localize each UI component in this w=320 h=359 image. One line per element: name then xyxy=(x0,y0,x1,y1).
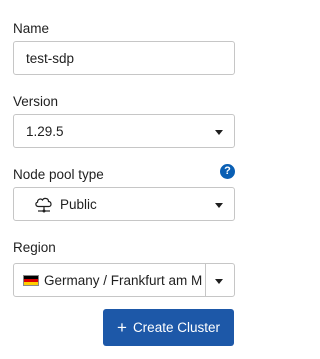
select-divider xyxy=(205,264,206,296)
region-value-wrap: Germany / Frankfurt am M xyxy=(14,273,204,288)
plus-icon: + xyxy=(117,318,127,337)
create-cluster-label: Create Cluster xyxy=(132,320,220,335)
node-pool-label: Node pool type xyxy=(13,167,104,182)
name-input[interactable]: test-sdp xyxy=(13,41,235,75)
help-icon[interactable]: ? xyxy=(220,164,235,179)
cloud-network-icon xyxy=(35,197,52,213)
region-value: Germany / Frankfurt am M xyxy=(44,272,203,288)
version-label: Version xyxy=(13,94,59,109)
chevron-down-icon xyxy=(215,130,223,135)
version-select[interactable]: 1.29.5 xyxy=(13,114,235,148)
chevron-down-icon[interactable] xyxy=(215,279,223,284)
region-select[interactable]: Germany / Frankfurt am M xyxy=(13,263,235,297)
create-cluster-button[interactable]: + Create Cluster xyxy=(103,309,234,346)
version-value: 1.29.5 xyxy=(26,123,64,139)
name-label: Name xyxy=(13,21,50,36)
node-pool-select[interactable]: Public xyxy=(13,187,235,221)
germany-flag-icon xyxy=(23,274,39,286)
chevron-down-icon xyxy=(215,203,223,208)
region-label: Region xyxy=(13,240,56,255)
name-value: test-sdp xyxy=(26,50,75,66)
